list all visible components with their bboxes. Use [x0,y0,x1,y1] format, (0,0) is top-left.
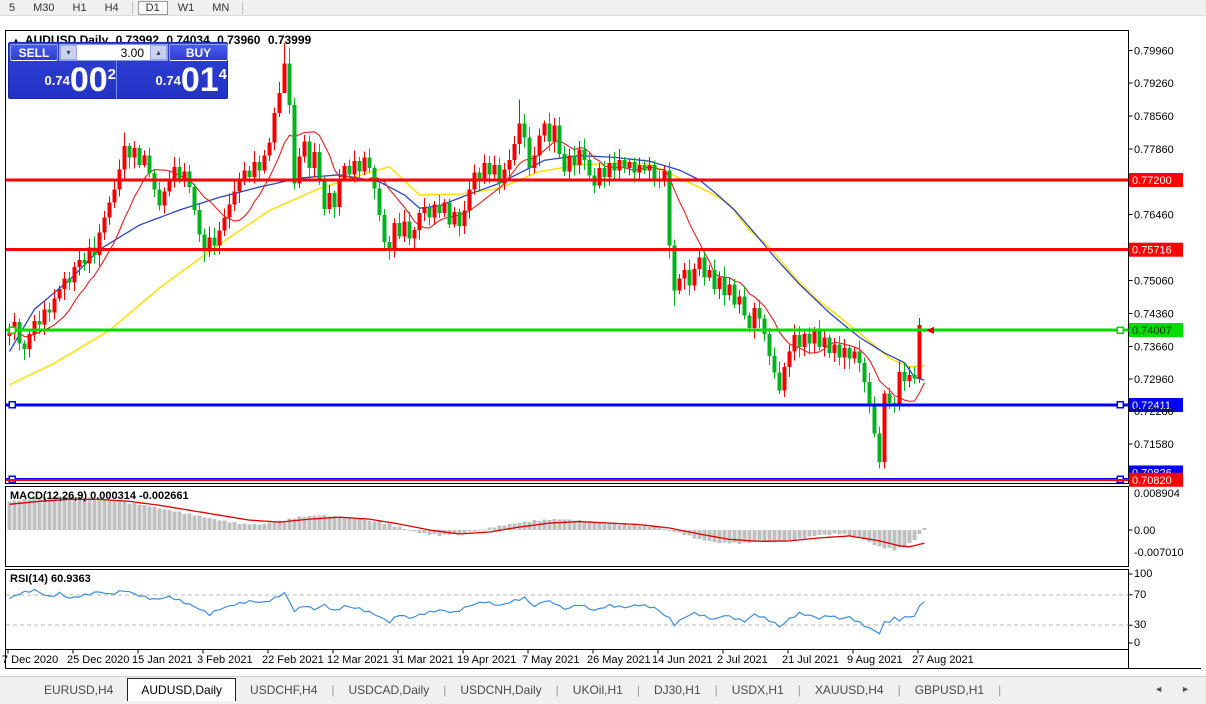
timeframe-h4[interactable]: H4 [97,1,127,15]
svg-text:21 Jul 2021: 21 Jul 2021 [782,654,839,666]
sell-price[interactable]: 0.74002 [11,61,117,99]
svg-text:0.77860: 0.77860 [1134,144,1174,156]
svg-text:0: 0 [1134,637,1140,649]
macd-pane: MACD(12,26,9) 0.000314 -0.002661 0.008904… [8,488,1184,559]
tab-eurusd-h4[interactable]: EURUSD,H4 [30,679,127,701]
rsi-pane: RSI(14) 60.9363 100 70 30 0 [6,568,1152,649]
svg-text:0.00: 0.00 [1134,525,1155,537]
tab-gbpusd-h1[interactable]: GBPUSD,H1 [901,679,998,701]
svg-text:0.72960: 0.72960 [1134,374,1174,386]
svg-text:7 May 2021: 7 May 2021 [522,654,579,666]
svg-text:0.70820: 0.70820 [1132,475,1172,487]
mt-terminal-window: 5M30H1H4 D1W1MN 0.77200 0.75716 0.74007 0.72… [0,0,1206,704]
tab-usdx-h1[interactable]: USDX,H1 [718,679,798,701]
svg-text:12 Mar 2021: 12 Mar 2021 [327,654,389,666]
chart-window: 0.772000.757160.740070.724110.708260.708… [0,16,1206,676]
svg-text:26 May 2021: 26 May 2021 [587,654,651,666]
svg-text:0.74007: 0.74007 [1132,325,1172,337]
tab-ukoil-h1[interactable]: UKOil,H1 [559,679,637,701]
svg-text:3 Feb 2021: 3 Feb 2021 [197,654,253,666]
svg-text:27 Aug 2021: 27 Aug 2021 [912,654,974,666]
tab-scroll-left-icon[interactable]: ◄ [1154,684,1171,694]
moving-averages-layer [10,132,925,402]
svg-text:0.74360: 0.74360 [1134,308,1174,320]
svg-text:25 Dec 2020: 25 Dec 2020 [67,654,129,666]
svg-text:15 Jan 2021: 15 Jan 2021 [132,654,193,666]
sell-button[interactable]: SELL [10,44,58,61]
timeframe-toolbar: 5M30H1H4 D1W1MN [0,0,1206,16]
volume-decrease-button[interactable]: ▾ [60,45,77,60]
tab-usdcnh-daily[interactable]: USDCNH,Daily [446,679,555,701]
timeframe-5[interactable]: 5 [1,1,23,15]
svg-text:9 Aug 2021: 9 Aug 2021 [847,654,903,666]
svg-text:100: 100 [1134,568,1152,580]
svg-text:MACD(12,26,9) 0.000314 -0.0026: MACD(12,26,9) 0.000314 -0.002661 [10,490,189,502]
toolbar-separator [242,2,243,14]
svg-text:22 Feb 2021: 22 Feb 2021 [262,654,324,666]
one-click-trading-panel: SELL ▾ ▴ BUY 0.74002 0.74014 [8,42,228,99]
svg-text:0.75716: 0.75716 [1132,245,1172,257]
volume-stepper: ▾ ▴ [59,44,168,61]
svg-text:0.72280: 0.72280 [1134,406,1174,418]
date-axis: 7 Dec 2020 25 Dec 202015 Jan 2021 3 Feb 20… [2,650,974,667]
timeframe-d1[interactable]: D1 [138,1,168,15]
svg-text:14 Jun 2021: 14 Jun 2021 [652,654,713,666]
tab-scroll-right-icon[interactable]: ► [1181,684,1198,694]
svg-text:0.73660: 0.73660 [1134,341,1174,353]
svg-text:0.77200: 0.77200 [1132,175,1172,187]
svg-text:0.71580: 0.71580 [1134,439,1174,451]
svg-text:31 Mar 2021: 31 Mar 2021 [392,654,454,666]
buy-price[interactable]: 0.74014 [121,61,227,99]
svg-text:0.008904: 0.008904 [1134,488,1180,500]
timeframe-m30[interactable]: M30 [25,1,62,15]
svg-text:7 Dec 2020: 7 Dec 2020 [2,654,58,666]
tab-divider: | [998,679,1001,701]
svg-text:0.76460: 0.76460 [1134,210,1174,222]
volume-input[interactable] [77,45,150,60]
ohlc-close: 0.73999 [268,33,311,47]
tab-usdchf-h4[interactable]: USDCHF,H4 [236,679,331,701]
volume-increase-button[interactable]: ▴ [150,45,167,60]
down-arrow-icon: ▾ [66,48,70,57]
tab-dj30-h1[interactable]: DJ30,H1 [640,679,715,701]
svg-text:30: 30 [1134,619,1146,631]
timeframe-h1[interactable]: H1 [65,1,95,15]
svg-text:-0.007010: -0.007010 [1134,547,1184,559]
svg-text:0.75060: 0.75060 [1134,276,1174,288]
timeframe-mn[interactable]: MN [204,1,237,15]
svg-text:70: 70 [1134,589,1146,601]
up-arrow-icon: ▴ [156,48,160,57]
tab-xauusd-h4[interactable]: XAUUSD,H4 [801,679,898,701]
tab-audusd-daily[interactable]: AUDUSD,Daily [127,678,236,701]
svg-text:0.79260: 0.79260 [1134,78,1174,90]
pane-borders [6,31,1202,669]
svg-text:19 Apr 2021: 19 Apr 2021 [457,654,516,666]
buy-button[interactable]: BUY [169,44,228,61]
tab-usdcad-daily[interactable]: USDCAD,Daily [335,679,444,701]
svg-text:RSI(14) 60.9363: RSI(14) 60.9363 [10,573,91,585]
svg-text:0.78560: 0.78560 [1134,111,1174,123]
svg-text:0.79960: 0.79960 [1134,45,1174,57]
symbol-tab-bar: EURUSD,H4AUDUSD,DailyUSDCHF,H4 | USDCAD,Da… [0,676,1206,701]
level-lines-layer [6,180,1129,483]
svg-text:2 Jul 2021: 2 Jul 2021 [717,654,768,666]
price-chart[interactable]: 0.772000.757160.740070.724110.708260.708… [0,16,1206,704]
toolbar-separator [132,2,133,14]
timeframe-w1[interactable]: W1 [170,1,203,15]
